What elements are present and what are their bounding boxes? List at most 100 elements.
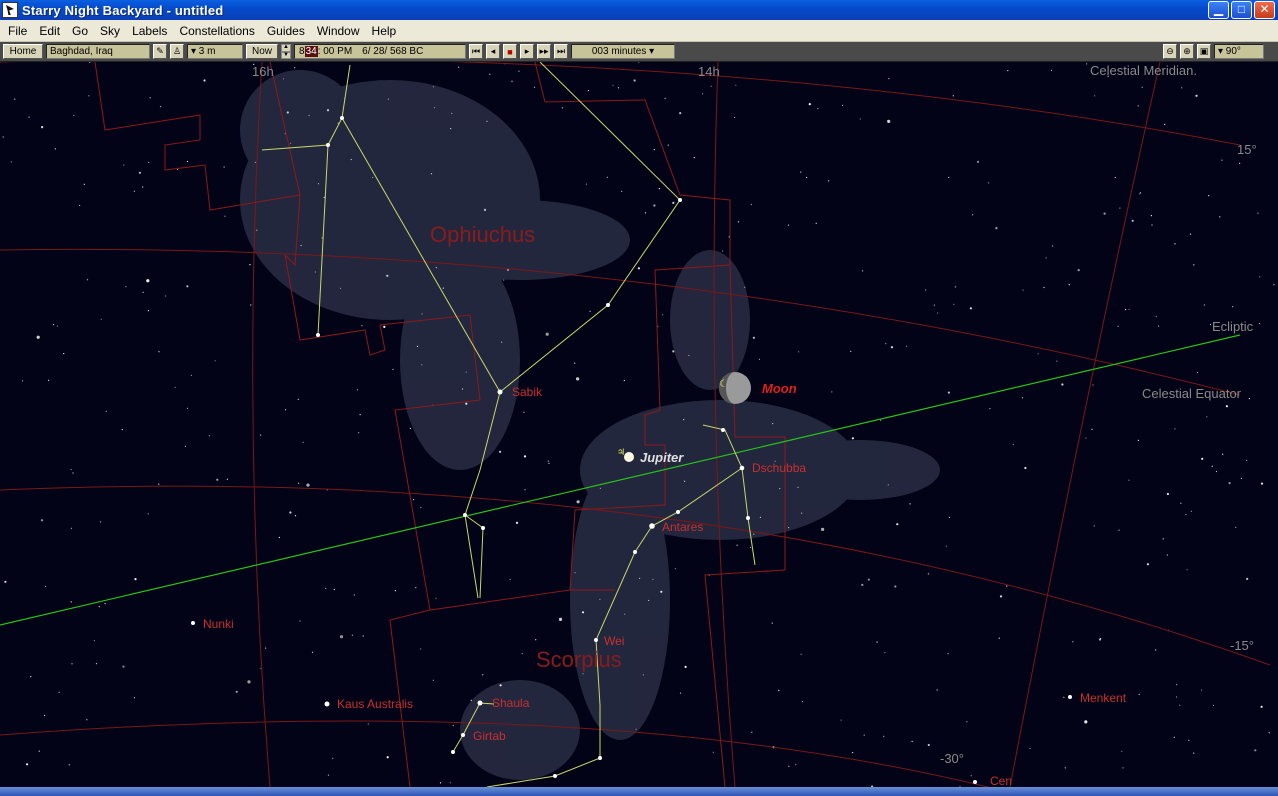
menu-help[interactable]: Help — [366, 24, 403, 38]
background-star — [664, 97, 666, 99]
background-star — [105, 410, 107, 412]
menu-file[interactable]: File — [2, 24, 33, 38]
background-star — [623, 379, 625, 382]
menu-sky[interactable]: Sky — [94, 24, 126, 38]
zoom-out-icon[interactable]: ⊖ — [1163, 44, 1177, 59]
elevation-dropdown[interactable]: ▾ 3 m — [187, 44, 243, 59]
background-star — [954, 286, 957, 288]
star-label-nunki[interactable]: Nunki — [203, 617, 234, 631]
observer-icon[interactable]: ♙ — [170, 44, 184, 59]
background-star — [734, 116, 736, 118]
background-star — [653, 149, 655, 151]
background-star — [850, 350, 852, 352]
starry-night-app-icon[interactable] — [2, 2, 18, 18]
star-label-antares[interactable]: Antares — [662, 520, 703, 534]
background-star — [1122, 767, 1124, 769]
constellation-label-scorpius[interactable]: Scorpius — [536, 647, 622, 672]
background-star — [1254, 749, 1257, 752]
background-star — [795, 764, 797, 766]
background-star — [535, 639, 537, 641]
menu-constellations[interactable]: Constellations — [173, 24, 260, 38]
moon-symbol-icon: ☾ — [719, 379, 728, 390]
background-star — [149, 97, 151, 99]
menu-edit[interactable]: Edit — [33, 24, 66, 38]
field-of-view-dropdown[interactable]: ▾ 90° — [1214, 44, 1264, 59]
constellation-label-ophiuchus[interactable]: Ophiuchus — [430, 222, 535, 247]
background-star — [1211, 465, 1213, 467]
planet-label-jupiter[interactable]: Jupiter — [640, 450, 684, 465]
background-star — [299, 620, 301, 622]
background-star — [216, 478, 219, 481]
star-label-sabik[interactable]: Sabik — [512, 385, 543, 399]
background-star — [515, 521, 519, 524]
star-label-shaula[interactable]: Shaula — [492, 696, 530, 710]
background-star — [976, 160, 980, 163]
background-star — [909, 503, 911, 505]
minimize-button[interactable]: ▁ — [1208, 1, 1229, 19]
background-star — [223, 166, 225, 168]
background-star — [800, 653, 802, 655]
jupiter-icon[interactable] — [624, 452, 634, 462]
star-label-girtab[interactable]: Girtab — [473, 729, 506, 743]
background-star — [1222, 453, 1224, 455]
star-label-cen[interactable]: Cen — [990, 774, 1012, 787]
star-label-menkent[interactable]: Menkent — [1080, 691, 1127, 705]
close-button[interactable]: ✕ — [1254, 1, 1275, 19]
sky-chart[interactable]: ☾ ♃ 16h 14h 15° -15° -30° Celestial Meri… — [0, 62, 1278, 787]
stop-icon[interactable]: ■ — [503, 44, 517, 59]
background-star — [1085, 437, 1087, 439]
viewing-mode-icon[interactable]: ✎ — [153, 44, 167, 59]
time-spinner[interactable]: ▲ ▼ — [281, 44, 291, 59]
background-star — [104, 603, 106, 605]
planet-label-moon[interactable]: Moon — [762, 381, 797, 396]
background-star — [98, 606, 100, 608]
star-label-dschubba[interactable]: Dschubba — [752, 461, 806, 475]
background-star — [1056, 360, 1058, 362]
background-star — [710, 85, 712, 87]
step-back-icon[interactable]: ◂ — [486, 44, 500, 59]
menu-guides[interactable]: Guides — [261, 24, 311, 38]
date-value[interactable]: 6/ 28/ 568 BC — [362, 46, 423, 57]
rewind-icon[interactable]: ⏮ — [469, 44, 483, 59]
background-star — [885, 343, 887, 345]
fast-forward-icon[interactable]: ⏭ — [554, 44, 568, 59]
sky-view[interactable]: ☾ ♃ 16h 14h 15° -15° -30° Celestial Meri… — [0, 62, 1278, 787]
zoom-box-icon[interactable]: ▣ — [1197, 44, 1211, 59]
background-star — [499, 450, 502, 453]
background-star — [1068, 284, 1070, 286]
background-star — [817, 108, 819, 110]
background-star — [28, 116, 30, 118]
background-star — [906, 345, 908, 347]
zoom-in-icon[interactable]: ⊕ — [1180, 44, 1194, 59]
time-date-display[interactable]: 8 34: 00 PM 6/ 28/ 568 BC — [294, 44, 466, 59]
background-star — [285, 409, 287, 411]
play-icon[interactable]: ▸ — [520, 44, 534, 59]
background-star — [1193, 264, 1195, 266]
background-star — [1268, 732, 1270, 734]
background-star — [1179, 704, 1181, 707]
home-button[interactable]: Home — [3, 44, 43, 59]
time-step-dropdown[interactable]: 003 minutes ▾ — [571, 44, 675, 59]
menu-window[interactable]: Window — [311, 24, 366, 38]
star-label-kaus-australis[interactable]: Kaus Australis — [337, 697, 413, 711]
background-star — [1155, 315, 1157, 318]
background-star — [1139, 192, 1142, 194]
star-label-wei[interactable]: Wei — [604, 634, 624, 648]
background-star — [863, 734, 865, 736]
step-forward-icon[interactable]: ▸▸ — [537, 44, 551, 59]
background-star — [947, 391, 951, 394]
background-star — [30, 676, 32, 678]
now-button[interactable]: Now — [246, 44, 278, 59]
menu-go[interactable]: Go — [66, 24, 94, 38]
background-star — [1201, 689, 1203, 691]
location-field[interactable]: Baghdad, Iraq — [46, 44, 150, 59]
time-minute[interactable]: 34 — [304, 46, 318, 57]
background-star — [1119, 207, 1121, 209]
background-star — [306, 483, 310, 487]
background-star — [70, 601, 72, 603]
background-star — [1086, 63, 1088, 65]
background-star — [89, 62, 91, 63]
menu-labels[interactable]: Labels — [126, 24, 173, 38]
background-star — [367, 723, 369, 725]
maximize-button[interactable]: □ — [1231, 1, 1252, 19]
